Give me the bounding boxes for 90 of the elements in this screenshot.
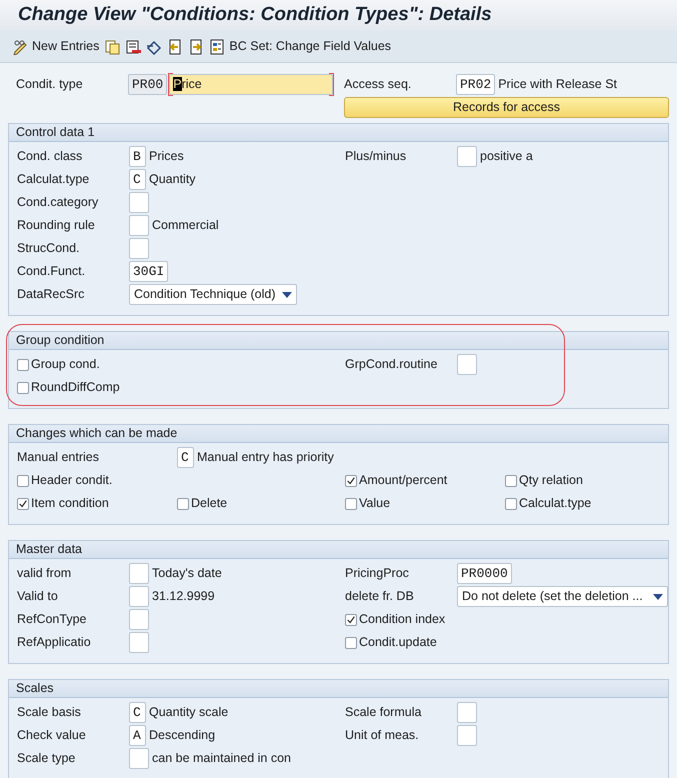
field-label: RefApplicatio <box>17 634 92 652</box>
field-description: Manual entry has priority <box>197 449 334 466</box>
field-label: Unit of meas. <box>345 727 420 744</box>
checkbox[interactable]: Condit.update <box>345 633 505 652</box>
field-label: RefConType <box>17 611 88 628</box>
field-label: valid from <box>17 565 72 582</box>
caret-icon <box>653 594 663 600</box>
checkmark-icon <box>346 614 356 624</box>
checkbox[interactable]: Group cond. <box>17 355 177 374</box>
checkbox[interactable]: Delete <box>177 494 337 513</box>
input-field[interactable] <box>457 146 477 167</box>
field-description: 31.12.9999 <box>152 588 215 606</box>
input-field[interactable]: PR0000 <box>457 563 512 584</box>
section-title: Control data 1 <box>9 124 668 142</box>
bc-set-button[interactable]: BC Set: Change Field Values <box>209 37 392 56</box>
section-title: Changes which can be made <box>9 425 668 443</box>
input-field[interactable] <box>129 609 149 630</box>
field-description: Prices <box>149 148 184 166</box>
checkmark-icon <box>346 476 356 486</box>
input-field[interactable]: A <box>129 725 146 746</box>
delete-button[interactable] <box>125 38 142 54</box>
input-field[interactable]: Price <box>169 74 334 95</box>
field-description: can be maintained in con <box>152 750 291 768</box>
input-field[interactable] <box>457 702 477 723</box>
checkbox[interactable]: Item condition <box>17 494 177 513</box>
field-label: Check value <box>17 727 87 744</box>
field-description: Quantity scale <box>149 704 228 722</box>
field-label: StrucCond. <box>17 240 81 258</box>
input-field[interactable]: B <box>129 146 146 167</box>
checkbox[interactable]: Amount/percent <box>345 471 505 490</box>
input-field[interactable] <box>129 563 149 584</box>
input-field[interactable] <box>129 238 149 259</box>
input-field[interactable]: PR02 <box>456 74 496 95</box>
copy-button[interactable] <box>104 38 120 54</box>
next-button[interactable] <box>188 38 204 54</box>
field-label: GrpCond.routine <box>345 356 438 374</box>
field-label: Valid to <box>17 588 59 606</box>
field-label: Condit. type <box>16 76 84 94</box>
field-description: positive a <box>480 148 533 166</box>
input-field[interactable]: C <box>129 702 146 723</box>
dropdown[interactable]: Do not delete (set the deletion ... <box>457 586 668 607</box>
field-label: Plus/minus <box>345 148 408 166</box>
section-title: Scales <box>9 680 668 698</box>
checkmark-icon <box>18 498 28 508</box>
records-for-access-button[interactable]: Records for access <box>344 97 669 118</box>
field-label: Scale formula <box>345 704 422 722</box>
caret-icon <box>282 292 292 298</box>
section-title: Master data <box>9 541 668 559</box>
field-label: Scale type <box>17 750 76 768</box>
field-label: PricingProc <box>345 565 410 582</box>
previous-button[interactable] <box>167 38 184 54</box>
checkbox[interactable]: Header condit. <box>17 471 177 490</box>
field-label: Scale basis <box>17 704 82 722</box>
input-field[interactable]: C <box>129 169 146 190</box>
field-label: Manual entries <box>17 449 100 466</box>
field-label: DataRecSrc <box>17 286 86 304</box>
new-entries-button[interactable]: New Entries <box>12 37 100 56</box>
window-title: Change View "Conditions: Condition Types": Details <box>18 4 492 25</box>
field-description: Commercial <box>152 217 219 234</box>
field-label: Cond. class <box>17 148 84 166</box>
field-label: Calculat.type <box>17 171 90 188</box>
field-label: Cond.Funct. <box>17 263 86 280</box>
edit-icon <box>12 38 28 54</box>
input-field[interactable] <box>129 215 149 236</box>
dropdown[interactable]: Condition Technique (old) <box>129 284 297 305</box>
field-label: Access seq. <box>344 76 412 94</box>
field-description: Price with Release St <box>498 76 618 94</box>
field-description: Descending <box>149 727 216 744</box>
section-title: Group condition <box>9 332 668 350</box>
field-description: Quantity <box>149 171 196 188</box>
input-field[interactable] <box>457 354 477 375</box>
input-field[interactable] <box>457 725 477 746</box>
field-label: delete fr. DB <box>345 588 415 606</box>
field-label: Rounding rule <box>17 217 96 234</box>
select-block-icon <box>209 38 226 54</box>
undo-button[interactable] <box>146 38 162 54</box>
checkbox[interactable]: Value <box>345 494 505 513</box>
input-field[interactable] <box>129 192 149 213</box>
checkbox[interactable]: Condition index <box>345 610 505 629</box>
input-field[interactable] <box>129 586 149 607</box>
input-field[interactable] <box>129 632 149 653</box>
input-field[interactable] <box>129 748 149 769</box>
checkbox[interactable]: Qty relation <box>505 471 665 490</box>
input-field[interactable]: 30GI <box>129 261 168 282</box>
field-description: Today's date <box>152 565 222 582</box>
input-field[interactable]: PR00 <box>128 74 168 95</box>
checkbox[interactable]: RoundDiffComp <box>17 378 177 397</box>
input-field[interactable]: C <box>177 447 194 468</box>
field-label: Cond.category <box>17 194 100 212</box>
checkbox[interactable]: Calculat.type <box>505 494 665 513</box>
